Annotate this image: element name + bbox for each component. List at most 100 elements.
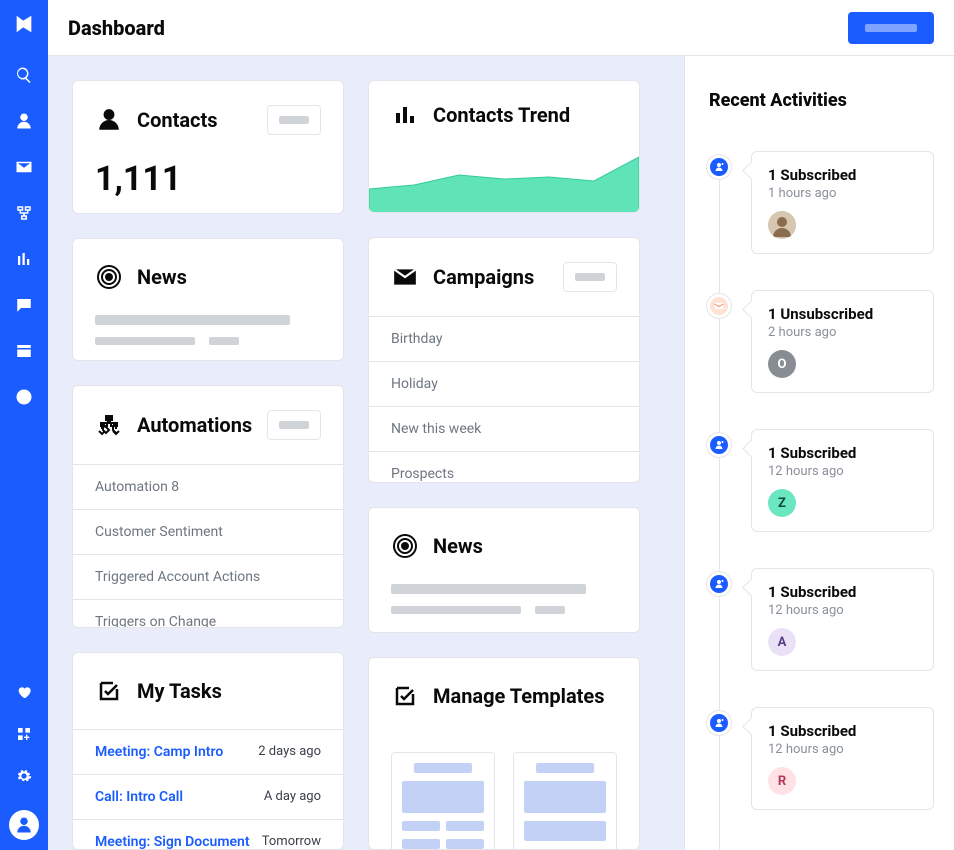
- unsubscribe-icon: [707, 294, 731, 318]
- activity-avatar[interactable]: R: [768, 767, 796, 795]
- subscribe-icon: [707, 572, 731, 596]
- activity-bubble: 1 Subscribed 12 hours ago R: [751, 707, 934, 810]
- automation-row[interactable]: Customer Sentiment: [73, 509, 343, 554]
- activity-item[interactable]: 1 Subscribed 1 hours ago: [707, 151, 934, 254]
- contacts-value: 1,111: [73, 159, 343, 214]
- activity-time: 12 hours ago: [768, 742, 917, 757]
- automations-options-button[interactable]: [267, 410, 321, 440]
- activity-time: 1 hours ago: [768, 186, 917, 201]
- task-link[interactable]: Meeting: Camp Intro: [95, 744, 223, 760]
- task-row[interactable]: Meeting: Camp Intro 2 days ago: [73, 729, 343, 774]
- news-card[interactable]: News: [72, 238, 344, 361]
- news2-placeholder: [369, 584, 639, 632]
- activity-title: 1 Subscribed: [768, 583, 917, 601]
- task-row[interactable]: Meeting: Sign Document Tomorrow: [73, 819, 343, 850]
- campaign-row[interactable]: Birthday: [369, 316, 639, 361]
- campaign-row[interactable]: New this week: [369, 406, 639, 451]
- news2-title: News: [433, 534, 617, 558]
- flow-icon: [95, 411, 123, 439]
- activity-time: 2 hours ago: [768, 325, 917, 340]
- news-card-2[interactable]: News: [368, 507, 640, 632]
- activity-item[interactable]: 1 Subscribed 12 hours ago A: [707, 568, 934, 671]
- activity-bubble: 1 Subscribed 12 hours ago Z: [751, 429, 934, 532]
- user-avatar[interactable]: [9, 810, 39, 840]
- content: Contacts 1,111 News: [48, 56, 954, 850]
- activity-avatar[interactable]: O: [768, 350, 796, 378]
- task-link[interactable]: Meeting: Sign Document: [95, 834, 250, 850]
- app-logo-icon[interactable]: [0, 0, 48, 48]
- automation-row[interactable]: Triggers on Change: [73, 599, 343, 627]
- automation-row[interactable]: Automation 8: [73, 464, 343, 509]
- template-thumb[interactable]: [391, 752, 495, 850]
- campaigns-options-button[interactable]: [563, 262, 617, 292]
- column-left: Contacts 1,111 News: [72, 80, 344, 850]
- contact-icon[interactable]: [15, 112, 33, 134]
- task-link[interactable]: Call: Intro Call: [95, 789, 183, 805]
- task-when: 2 days ago: [258, 744, 321, 759]
- tasks-card[interactable]: My Tasks Meeting: Camp Intro 2 days ago C…: [72, 652, 344, 850]
- activity-item[interactable]: 1 Subscribed 12 hours ago R: [707, 707, 934, 810]
- activity-item[interactable]: 1 Unsubscribed 2 hours ago O: [707, 290, 934, 393]
- settings-icon[interactable]: [16, 768, 32, 788]
- news-title: News: [137, 265, 321, 289]
- apps-icon[interactable]: [16, 726, 32, 746]
- automation-row[interactable]: Triggered Account Actions: [73, 554, 343, 599]
- task-when: Tomorrow: [262, 834, 321, 849]
- contacts-options-button[interactable]: [267, 105, 321, 135]
- recent-activities-panel: Recent Activities 1 Subscribed 1 hours ag…: [684, 56, 954, 850]
- contact-icon: [95, 106, 123, 134]
- activity-title: 1 Subscribed: [768, 444, 917, 462]
- contacts-title: Contacts: [137, 108, 253, 132]
- mail-icon[interactable]: [15, 158, 33, 180]
- heart-icon[interactable]: [16, 684, 32, 704]
- chat-icon[interactable]: [15, 296, 33, 318]
- header-cta-button[interactable]: [848, 12, 934, 44]
- contacts-trend-card[interactable]: Contacts Trend: [368, 80, 640, 213]
- automation-icon[interactable]: [15, 204, 33, 226]
- activities-title: Recent Activities: [709, 90, 934, 111]
- automations-card[interactable]: Automations Automation 8 Customer Sentim…: [72, 385, 344, 627]
- campaign-row[interactable]: Prospects: [369, 451, 639, 484]
- subscribe-icon: [707, 711, 731, 735]
- activity-bubble: 1 Subscribed 12 hours ago A: [751, 568, 934, 671]
- activity-bubble: 1 Unsubscribed 2 hours ago O: [751, 290, 934, 393]
- automations-title: Automations: [137, 413, 253, 437]
- reports-icon[interactable]: [15, 388, 33, 410]
- envelope-icon: [391, 263, 419, 291]
- topbar: Dashboard: [48, 0, 954, 56]
- campaigns-card[interactable]: Campaigns Birthday Holiday New this week…: [368, 237, 640, 484]
- tasks-title: My Tasks: [137, 679, 321, 703]
- templates-preview: [369, 734, 639, 850]
- site-icon[interactable]: [15, 342, 33, 364]
- subscribe-icon: [707, 433, 731, 457]
- activity-avatar[interactable]: [768, 211, 796, 239]
- activity-avatar[interactable]: A: [768, 628, 796, 656]
- template-thumb[interactable]: [513, 752, 617, 850]
- task-row[interactable]: Call: Intro Call A day ago: [73, 774, 343, 819]
- templates-title: Manage Templates: [433, 684, 617, 708]
- dashboard-columns: Contacts 1,111 News: [48, 56, 684, 850]
- broadcast-icon: [391, 532, 419, 560]
- contacts-card[interactable]: Contacts 1,111: [72, 80, 344, 214]
- activity-title: 1 Unsubscribed: [768, 305, 917, 323]
- check-icon: [95, 677, 123, 705]
- activity-bubble: 1 Subscribed 1 hours ago: [751, 151, 934, 254]
- broadcast-icon: [95, 263, 123, 291]
- task-when: A day ago: [264, 789, 321, 804]
- subscribe-icon: [707, 155, 731, 179]
- check-icon: [391, 682, 419, 710]
- deals-icon[interactable]: [15, 250, 33, 272]
- templates-card[interactable]: Manage Templates: [368, 657, 640, 850]
- news-placeholder: [73, 315, 343, 361]
- activity-time: 12 hours ago: [768, 603, 917, 618]
- bars-icon: [391, 101, 419, 129]
- activity-time: 12 hours ago: [768, 464, 917, 479]
- search-icon[interactable]: [15, 66, 33, 88]
- activity-title: 1 Subscribed: [768, 722, 917, 740]
- sidebar: [0, 0, 48, 850]
- activity-title: 1 Subscribed: [768, 166, 917, 184]
- activity-item[interactable]: 1 Subscribed 12 hours ago Z: [707, 429, 934, 532]
- column-right: Contacts Trend Campaigns Birthday Holida…: [368, 80, 640, 850]
- activity-avatar[interactable]: Z: [768, 489, 796, 517]
- campaign-row[interactable]: Holiday: [369, 361, 639, 406]
